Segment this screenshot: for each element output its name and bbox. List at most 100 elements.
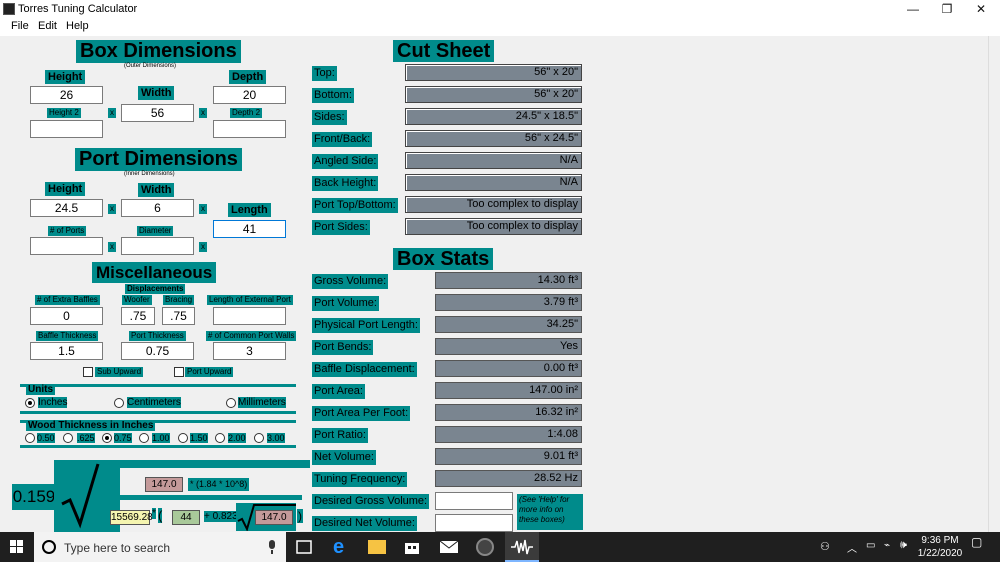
box-depth-input[interactable]: 20 — [213, 86, 286, 104]
volume-value: 15569.28 — [110, 510, 153, 525]
common-port-walls-input[interactable]: 3 — [213, 342, 286, 360]
units-title: Units — [26, 384, 55, 395]
formula-constant: 0.159 — [12, 484, 56, 510]
title-bar — [0, 0, 1000, 18]
port-height-input[interactable]: 24.5 — [30, 199, 103, 217]
x-separator: x — [199, 108, 207, 118]
cut-value: N/A — [405, 152, 582, 169]
desired-net-input[interactable] — [435, 514, 513, 532]
menu-edit[interactable]: Edit — [38, 20, 57, 32]
restore-button[interactable]: ❐ — [930, 0, 964, 18]
stat-value: 0.00 ft³ — [435, 360, 582, 377]
diameter-input[interactable] — [121, 237, 194, 255]
port-height-label: Height — [45, 182, 86, 196]
stat-label: Port Area: — [312, 384, 365, 399]
stat-value: 34.25" — [435, 316, 582, 333]
cut-sheet-title: Cut Sheet — [393, 40, 495, 62]
x-separator: x — [199, 204, 207, 214]
extra-baffles-input[interactable]: 0 — [30, 307, 103, 325]
task-view-icon[interactable] — [296, 540, 312, 554]
power-icon[interactable]: ⌁ — [884, 540, 890, 551]
mail-icon[interactable] — [440, 541, 458, 553]
wood-100-radio[interactable] — [139, 433, 149, 443]
desired-gross-input[interactable] — [435, 492, 513, 510]
menu-file[interactable]: File — [11, 20, 29, 32]
wood-0625-radio[interactable] — [63, 433, 73, 443]
stat-label: Port Ratio: — [312, 428, 368, 443]
minimize-button[interactable]: — — [896, 0, 930, 18]
desired-gross-label: Desired Gross Volume: — [312, 494, 430, 509]
help-note: (See 'Help' for more info on these boxes… — [517, 494, 583, 530]
cut-value: N/A — [405, 174, 582, 191]
box-width-label: Width — [138, 86, 175, 100]
baffle-thickness-input[interactable]: 1.5 — [30, 342, 103, 360]
notification-icon[interactable]: ▢ — [971, 535, 982, 549]
wood-075-radio[interactable] — [102, 433, 112, 443]
port-thickness-input[interactable]: 0.75 — [121, 342, 194, 360]
app-icon-circle[interactable] — [476, 538, 494, 556]
vertical-scrollbar[interactable] — [988, 36, 1000, 532]
formula-rparen: ) — [297, 509, 303, 523]
wood-050-label: 0.50 — [37, 433, 55, 443]
displacements-label: Displacements — [125, 284, 186, 294]
windows-start-icon[interactable] — [10, 540, 24, 554]
file-explorer-icon[interactable] — [368, 540, 386, 554]
wood-150-radio[interactable] — [178, 433, 188, 443]
port-width-input[interactable]: 6 — [121, 199, 194, 217]
wood-200-radio[interactable] — [215, 433, 225, 443]
store-icon[interactable] — [404, 539, 420, 555]
box-height-input[interactable]: 26 — [30, 86, 103, 104]
cut-value: Too complex to display — [405, 196, 582, 213]
bracing-input[interactable]: .75 — [162, 307, 195, 325]
centimeters-radio[interactable] — [114, 398, 124, 408]
box-stats-title: Box Stats — [393, 248, 494, 270]
stat-value: 16.32 in² — [435, 404, 582, 421]
millimeters-radio[interactable] — [226, 398, 236, 408]
clock-date[interactable]: 1/22/2020 — [915, 548, 965, 559]
stat-label: Tuning Frequency: — [312, 472, 408, 487]
volume-icon[interactable]: 🕪 — [900, 539, 907, 552]
wood-100-label: 1.00 — [152, 433, 170, 443]
people-icon[interactable]: ⚇ — [820, 540, 830, 553]
diameter-label: Diameter — [137, 226, 174, 236]
inches-radio[interactable] — [25, 398, 35, 408]
clock-time[interactable]: 9:36 PM — [919, 535, 961, 546]
box-depth2-input[interactable] — [213, 120, 286, 138]
box-dimensions-subtitle: (Outer Dimensions) — [124, 63, 177, 69]
window-title: Torres Tuning Calculator — [18, 3, 138, 15]
stat-label: Baffle Displacement: — [312, 362, 417, 377]
num-ports-input[interactable] — [30, 237, 103, 255]
port-length-input[interactable]: 41 — [213, 220, 286, 238]
network-icon[interactable]: ▭ — [866, 540, 875, 551]
millimeters-label: Millimeters — [238, 397, 286, 408]
port-area-value-1: 147.0 — [145, 477, 183, 492]
stat-label: Net Volume: — [312, 450, 376, 465]
port-dimensions-subtitle: (Inner Dimensions) — [124, 171, 175, 177]
ext-port-length-input[interactable] — [213, 307, 286, 325]
wood-300-radio[interactable] — [254, 433, 264, 443]
edge-icon[interactable]: e — [333, 536, 353, 558]
wood-thickness-options: 0.50 .625 0.75 1.00 1.50 2.00 3.00 — [25, 433, 295, 445]
centimeters-label: Centimeters — [127, 397, 181, 408]
formula-exponent: * (1.84 * 10^8) — [188, 478, 250, 491]
stat-value: 28.52 Hz — [435, 470, 582, 487]
port-upward-label: Port Upward — [185, 367, 234, 377]
chevron-up-icon[interactable]: ︿ — [847, 540, 857, 555]
box-width-input[interactable]: 56 — [121, 104, 194, 122]
port-width-label: Width — [138, 183, 175, 197]
cut-label: Sides: — [312, 110, 347, 125]
wood-200-label: 2.00 — [228, 433, 246, 443]
port-thickness-label: Port Thickness — [129, 331, 186, 341]
close-button[interactable]: ✕ — [964, 0, 998, 18]
cut-label: Bottom: — [312, 88, 354, 103]
microphone-icon[interactable] — [267, 540, 277, 554]
wood-0625-label: .625 — [77, 433, 95, 443]
stat-value: 3.79 ft³ — [435, 294, 582, 311]
sub-upward-checkbox[interactable] — [83, 367, 93, 377]
menu-help[interactable]: Help — [66, 20, 89, 32]
box-height2-input[interactable] — [30, 120, 103, 138]
woofer-input[interactable]: .75 — [121, 307, 155, 325]
wood-050-radio[interactable] — [25, 433, 35, 443]
x-separator: x — [199, 242, 207, 252]
port-upward-checkbox[interactable] — [174, 367, 184, 377]
